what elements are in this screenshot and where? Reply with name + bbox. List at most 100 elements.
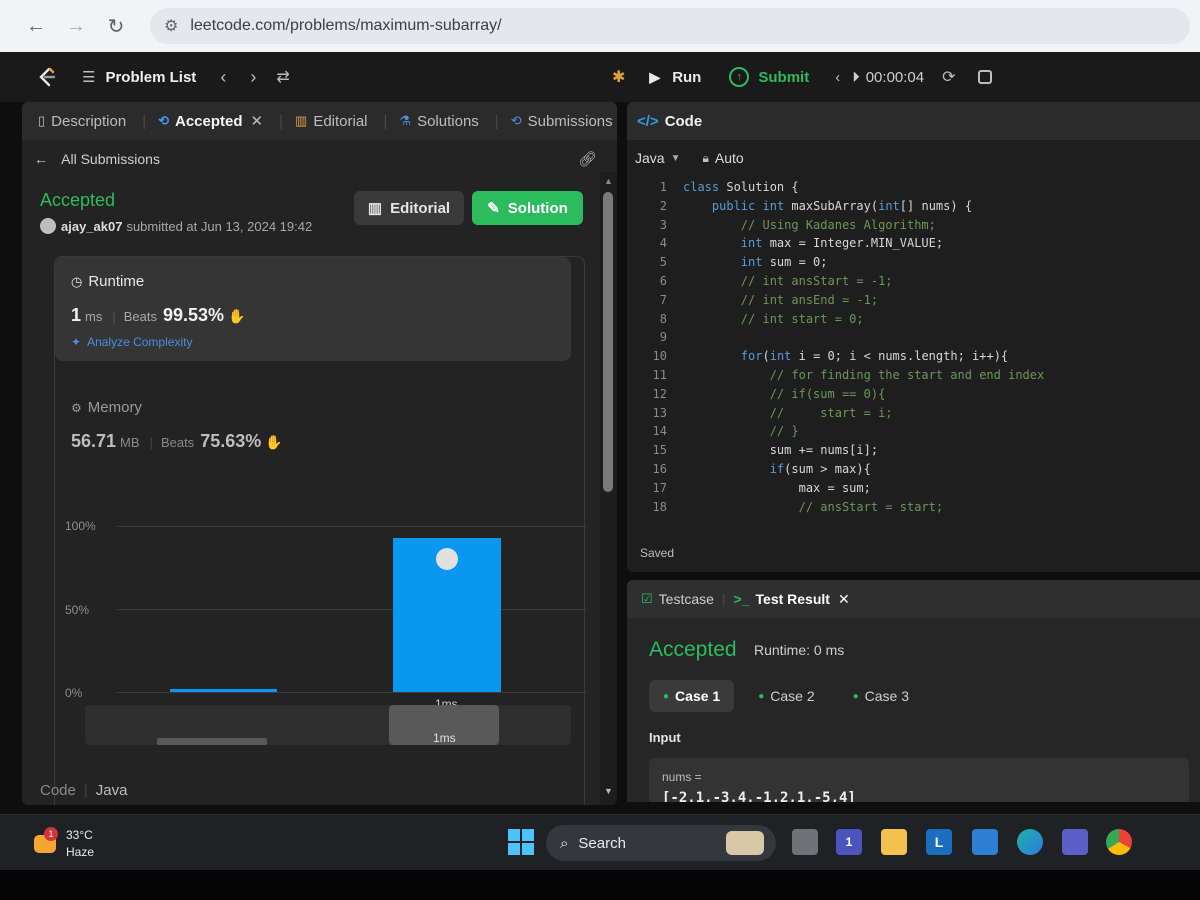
code-line[interactable]: 14 // } <box>627 424 1200 443</box>
code-line[interactable]: 9 <box>627 330 1200 349</box>
y-tick-0: 0% <box>65 686 83 700</box>
task-view-icon[interactable] <box>792 829 818 855</box>
code-line[interactable]: 15 sum += nums[i]; <box>627 443 1200 462</box>
debug-icon[interactable]: ✱ <box>612 67 625 87</box>
checkbox-icon: ☑ <box>641 591 653 606</box>
code-line[interactable]: 18 // ansStart = start; <box>627 500 1200 519</box>
auto-mode[interactable]: Auto <box>715 150 744 166</box>
line-number: 17 <box>652 480 667 495</box>
back-row: ← All Submissions 🔗︎ <box>22 140 617 178</box>
problem-list-link[interactable]: ☰ Problem List <box>82 68 196 87</box>
test-runtime: Runtime: 0 ms <box>754 642 845 658</box>
clap-icon: ✋ <box>228 308 246 324</box>
code-line[interactable]: 13 // start = i; <box>627 406 1200 425</box>
back-arrow-icon[interactable]: ← <box>22 12 50 40</box>
code-line[interactable]: 17 max = sum; <box>627 481 1200 500</box>
memory-label[interactable]: ⚙ Memory <box>71 399 142 416</box>
code-line[interactable]: 5 int sum = 0; <box>627 255 1200 274</box>
line-number: 6 <box>659 273 667 288</box>
line-number: 18 <box>652 499 667 514</box>
book-icon: ▥ <box>295 113 308 128</box>
code-text: // for finding the start and end index <box>683 367 1045 382</box>
tab-editorial[interactable]: ▥ Editorial <box>295 113 368 130</box>
left-scrollbar[interactable]: ▲ ▼ <box>600 172 617 805</box>
chart-bar[interactable] <box>170 688 277 692</box>
address-bar[interactable]: ⚙ leetcode.com/problems/maximum-subarray… <box>150 8 1190 44</box>
solution-button[interactable]: ✎ Solution <box>472 191 583 225</box>
tab-submissions[interactable]: ⟲ Submissions <box>511 113 613 130</box>
line-number: 5 <box>659 255 667 270</box>
submission-content: Accepted ajay_ak07 submitted at Jun 13, … <box>22 178 600 805</box>
edge-browser-icon[interactable] <box>1017 829 1043 855</box>
close-tab-icon[interactable]: ✕ <box>251 112 264 130</box>
chevron-down-icon[interactable]: ▼ <box>671 153 681 164</box>
editorial-button[interactable]: ▥ Editorial <box>354 191 464 225</box>
code-line[interactable]: 10 for(int i = 0; i < nums.length; i++){ <box>627 349 1200 368</box>
code-line[interactable]: 2 public int maxSubArray(int[] nums) { <box>627 199 1200 218</box>
file-explorer-icon[interactable] <box>881 829 907 855</box>
tab-solutions[interactable]: ⚗ Solutions <box>399 113 478 130</box>
chart-navigator[interactable]: 1ms <box>85 705 571 745</box>
shuffle-icon[interactable]: ⇄ <box>276 67 289 87</box>
timer[interactable]: ‹ ⏵ 00:00:04 <box>835 69 924 86</box>
case-3-tab[interactable]: ● Case 3 <box>839 680 923 712</box>
site-settings-icon[interactable]: ⚙ <box>164 16 178 36</box>
code-line[interactable]: 4 int max = Integer.MIN_VALUE; <box>627 236 1200 255</box>
leetcode-logo-icon[interactable] <box>36 66 58 88</box>
analyze-complexity-link[interactable]: ✦ Analyze Complexity <box>71 335 192 349</box>
scroll-up-icon[interactable]: ▲ <box>604 176 613 186</box>
share-link-icon[interactable]: 🔗︎ <box>578 150 597 168</box>
taskbar-search[interactable]: ⌕ Search <box>546 825 776 861</box>
code-line[interactable]: 1 class Solution { <box>627 180 1200 199</box>
all-submissions-link[interactable]: ← All Submissions <box>34 151 160 167</box>
code-panel-title: </> Code <box>627 102 1200 140</box>
windows-start-icon[interactable] <box>508 829 534 855</box>
reset-icon[interactable]: ⟳ <box>942 67 955 87</box>
chevron-left-icon[interactable]: ‹ <box>835 69 840 86</box>
case-2-tab[interactable]: ● Case 2 <box>744 680 828 712</box>
notes-icon[interactable] <box>977 70 992 84</box>
runtime-label: ◷ Runtime <box>71 273 145 290</box>
app-l-icon[interactable]: L <box>926 829 952 855</box>
beats-label: Beats <box>160 435 195 450</box>
code-editor-panel: </> Code Java ▼ 🔒︎ Auto 1 class Solution … <box>627 102 1200 572</box>
prev-problem-icon[interactable]: ‹ <box>220 67 226 88</box>
mail-icon[interactable] <box>972 829 998 855</box>
run-button[interactable]: ▶ Run <box>649 69 701 86</box>
code-line[interactable]: 6 // int ansStart = -1; <box>627 274 1200 293</box>
scroll-down-icon[interactable]: ▼ <box>604 786 613 796</box>
next-problem-icon[interactable]: › <box>250 67 256 88</box>
avatar <box>40 218 56 234</box>
case-1-tab[interactable]: ● Case 1 <box>649 680 735 712</box>
code-line[interactable]: 7 // int ansEnd = -1; <box>627 293 1200 312</box>
runtime-box[interactable]: ◷ Runtime 1 ms | Beats 99.53% ✋ ✦ Analyz… <box>55 257 571 361</box>
teams-icon[interactable] <box>1062 829 1088 855</box>
play-icon: ▶ <box>649 68 661 85</box>
navigator-handle[interactable] <box>157 738 267 745</box>
code-editor[interactable]: 1 class Solution {2 public int maxSubArra… <box>627 180 1200 526</box>
close-tab-icon[interactable]: ✕ <box>838 591 850 608</box>
submit-button[interactable]: ↑ Submit <box>729 67 809 87</box>
code-text: // start = i; <box>683 405 893 420</box>
browser-toolbar: ← → ↻ ⚙ leetcode.com/problems/maximum-su… <box>0 0 1200 52</box>
clock-icon: ◷ <box>71 273 83 289</box>
code-line[interactable]: 3 // Using Kadanes Algorithm; <box>627 218 1200 237</box>
gridline <box>117 692 587 693</box>
weather-widget[interactable]: 1 33°C Haze <box>32 827 94 861</box>
windows-taskbar: 1 33°C Haze ⌕ Search 1 L <box>0 814 1200 870</box>
forward-arrow-icon[interactable]: → <box>62 12 90 40</box>
code-line[interactable]: 11 // for finding the start and end inde… <box>627 368 1200 387</box>
reload-icon[interactable]: ↻ <box>102 12 130 40</box>
scrollbar-thumb[interactable] <box>603 192 613 492</box>
chrome-browser-icon[interactable] <box>1106 829 1132 855</box>
language-select[interactable]: Java <box>635 150 665 166</box>
teams-chat-icon[interactable]: 1 <box>836 829 862 855</box>
tab-description[interactable]: ▯ Description <box>38 113 126 130</box>
tab-accepted[interactable]: ⟲ Accepted ✕ <box>158 112 264 131</box>
tab-test-result[interactable]: >_ Test Result ✕ <box>734 591 850 608</box>
tab-testcase[interactable]: ☑ Testcase <box>641 591 714 607</box>
code-line[interactable]: 16 if(sum > max){ <box>627 462 1200 481</box>
code-line[interactable]: 12 // if(sum == 0){ <box>627 387 1200 406</box>
code-line[interactable]: 8 // int start = 0; <box>627 312 1200 331</box>
username[interactable]: ajay_ak07 <box>61 219 122 234</box>
